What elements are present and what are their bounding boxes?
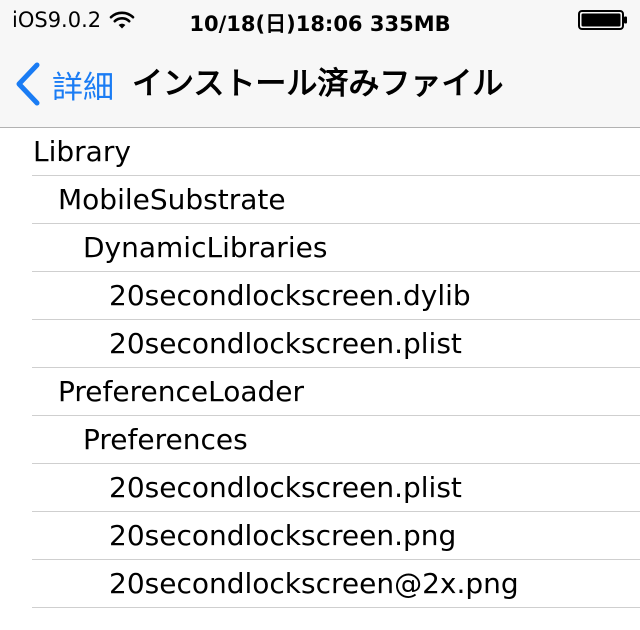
file-name: 20secondlockscreen@2x.png bbox=[109, 567, 519, 600]
page-title: インストール済みファイル bbox=[132, 66, 504, 102]
file-list-item[interactable]: 20secondlockscreen@2x.png bbox=[0, 560, 640, 608]
back-button-label: 詳細 bbox=[52, 69, 114, 106]
file-name: Library bbox=[33, 135, 131, 168]
file-list-item[interactable]: Library bbox=[0, 128, 640, 176]
file-name: 20secondlockscreen.plist bbox=[109, 471, 462, 504]
file-list-item[interactable]: PreferenceLoader bbox=[0, 368, 640, 416]
navigation-bar: 詳細 インストール済みファイル bbox=[0, 40, 640, 128]
file-list-item[interactable]: MobileSubstrate bbox=[0, 176, 640, 224]
back-button[interactable]: 詳細 bbox=[14, 62, 114, 106]
file-name: 20secondlockscreen.plist bbox=[109, 327, 462, 360]
installed-file-list: Library MobileSubstrate DynamicLibraries… bbox=[0, 128, 640, 608]
file-name: Preferences bbox=[83, 423, 248, 456]
file-name: 20secondlockscreen.png bbox=[109, 519, 457, 552]
file-list-item[interactable]: 20secondlockscreen.plist bbox=[0, 464, 640, 512]
file-list-item[interactable]: DynamicLibraries bbox=[0, 224, 640, 272]
chevron-left-icon bbox=[16, 62, 40, 106]
file-list-item[interactable]: 20secondlockscreen.dylib bbox=[0, 272, 640, 320]
file-name: MobileSubstrate bbox=[58, 183, 286, 216]
file-list-item[interactable]: Preferences bbox=[0, 416, 640, 464]
file-list-item[interactable]: 20secondlockscreen.plist bbox=[0, 320, 640, 368]
status-datetime: 10/18(日)18:06 335MB bbox=[189, 12, 451, 36]
status-bar: iOS9.0.2 10/18(日)18:06 335MB bbox=[0, 0, 640, 40]
file-name: DynamicLibraries bbox=[83, 231, 328, 264]
file-name: PreferenceLoader bbox=[58, 375, 304, 408]
battery-icon bbox=[578, 10, 627, 30]
file-name: 20secondlockscreen.dylib bbox=[109, 279, 471, 312]
file-list-item[interactable]: 20secondlockscreen.png bbox=[0, 512, 640, 560]
